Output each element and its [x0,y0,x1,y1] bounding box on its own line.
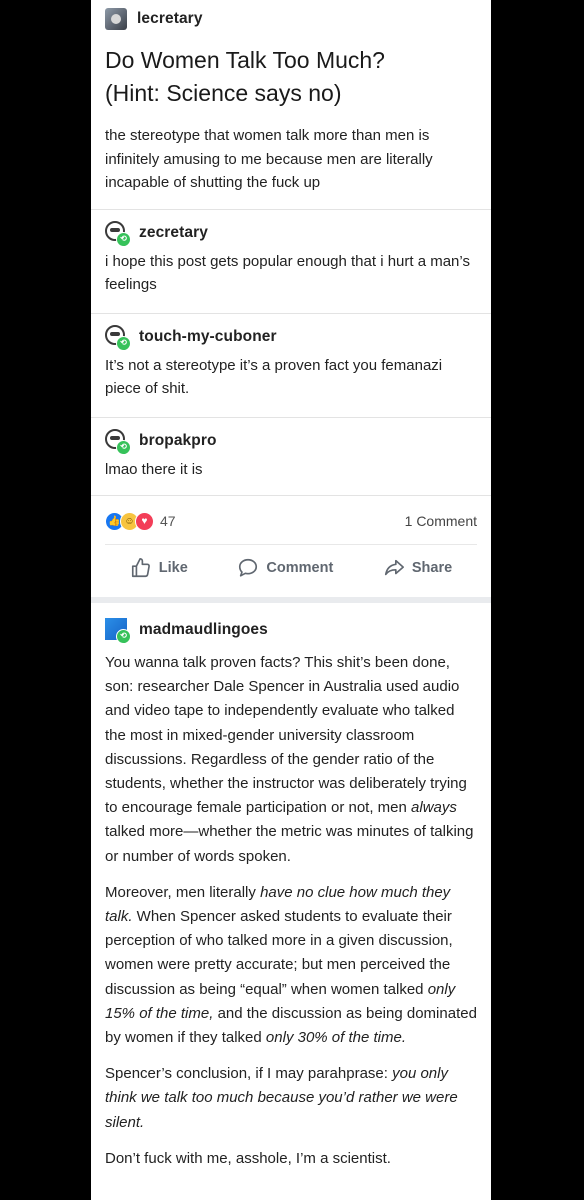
paragraph-1: You wanna talk proven facts? This shit’s… [105,651,477,869]
text-run: You wanna talk proven facts? This shit’s… [105,654,467,817]
reactions-bar: 👍 ☺ ♥ 47 1 Comment [91,504,491,538]
reblog-username[interactable]: zecretary [139,224,208,242]
avatar[interactable]: ⟲ [105,618,131,644]
thumbs-up-icon [131,558,150,578]
reblog-icon: ⟲ [116,439,131,455]
post-body: the stereotype that women talk more than… [105,127,433,191]
share-button[interactable]: Share [383,557,452,579]
share-icon [384,559,404,576]
post-title: Do Women Talk Too Much? (Hint: Science s… [105,44,477,110]
emphasis: only 30% of the time. [265,1029,406,1047]
reblog-icon: ⟲ [116,629,131,644]
like-label: Like [158,560,188,576]
original-post: lecretary Do Women Talk Too Much? (Hint:… [91,0,491,195]
comment-label: Comment [266,560,334,576]
avatar[interactable]: ⟲ [105,428,131,455]
reblog-header: ⟲ madmaudlingoes [105,617,477,644]
reblog-icon: ⟲ [116,231,131,247]
text-run: When Spencer asked students to evaluate … [105,908,453,998]
paragraph-4: Don’t fuck with me, asshole, I’m a scien… [105,1149,391,1167]
post-header: lecretary [105,6,477,32]
reaction-count: 47 [160,513,176,529]
post-username[interactable]: lecretary [137,10,203,28]
post-title-line2: (Hint: Science says no) [105,80,342,106]
comment-icon [239,558,258,577]
reblog-header: ⟲ bropakpro [105,428,477,455]
reblog-username[interactable]: bropakpro [139,432,217,450]
reblog-text: It’s not a stereotype it’s a proven fact… [105,356,443,398]
text-run: Spencer’s conclusion, if I may parahpras… [105,1065,393,1083]
reblog-item: ⟲ touch-my-cuboner It’s not a stereotype… [91,314,491,401]
reblog-text: lmao there it is [105,460,203,478]
post-card: lecretary Do Women Talk Too Much? (Hint:… [91,0,491,1200]
reblog-username[interactable]: touch-my-cuboner [139,328,277,346]
reblog-text: i hope this post gets popular enough tha… [105,252,470,294]
reblog-item: ⟲ bropakpro lmao there it is [91,418,491,482]
reblog-header: ⟲ touch-my-cuboner [105,324,477,351]
divider [91,495,491,496]
avatar[interactable] [105,8,127,30]
reblog-item: ⟲ zecretary i hope this post gets popula… [91,210,491,297]
avatar[interactable]: ⟲ [105,220,131,247]
text-run: Moreover, men literally [105,883,261,901]
paragraph-2: Moreover, men literally have no clue how… [105,881,477,1050]
reblog-username[interactable]: madmaudlingoes [139,621,268,639]
action-bar: Like Comment Share [105,544,477,591]
post-title-line1: Do Women Talk Too Much? [105,47,385,73]
final-reblog: ⟲ madmaudlingoes You wanna talk proven f… [91,603,491,1171]
reblog-header: ⟲ zecretary [105,220,477,247]
love-icon: ♥ [135,511,154,531]
comment-button[interactable]: Comment [237,557,333,579]
text-run: talked more—whether the metric was minut… [105,823,474,865]
paragraph-3: Spencer’s conclusion, if I may parahpras… [105,1062,477,1135]
comment-count-link[interactable]: 1 Comment [405,513,477,529]
like-button[interactable]: Like [130,557,188,579]
emphasis: always [411,799,457,817]
reactions-summary[interactable]: 👍 ☺ ♥ 47 [105,511,176,531]
share-label: Share [411,560,453,576]
avatar[interactable]: ⟲ [105,324,131,351]
reblog-icon: ⟲ [116,335,131,351]
